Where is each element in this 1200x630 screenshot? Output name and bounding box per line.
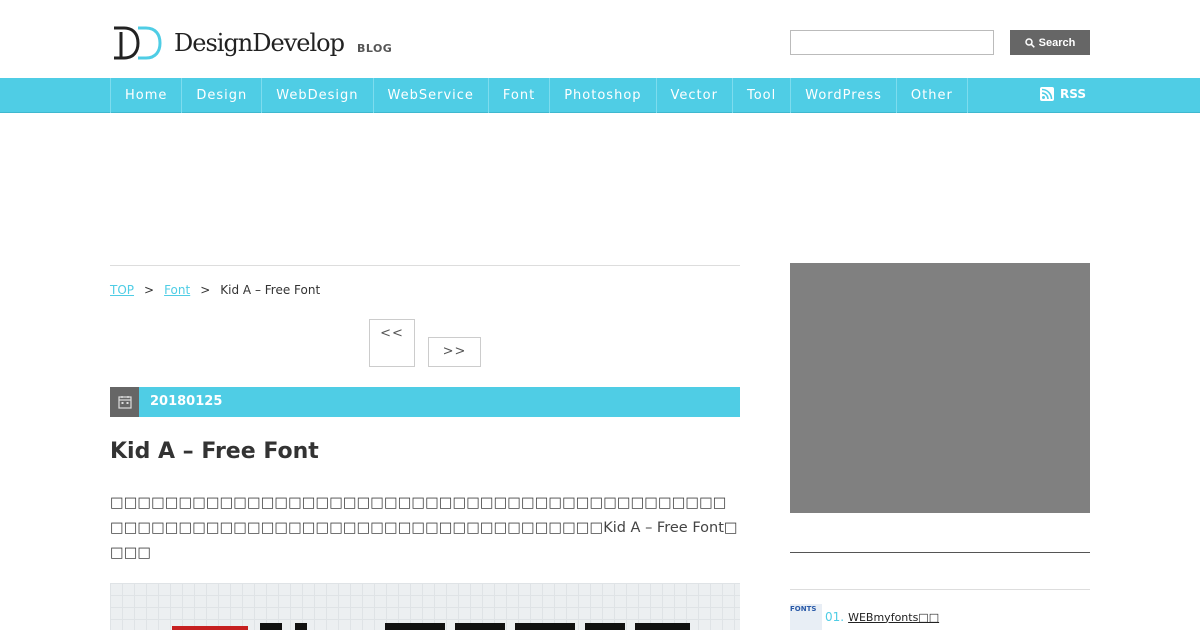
nav-item-webdesign[interactable]: WebDesign — [262, 78, 374, 113]
rss-link[interactable]: RSS — [1040, 87, 1086, 101]
sidebar-ad[interactable] — [790, 263, 1090, 513]
nav-item-design[interactable]: Design — [182, 78, 263, 113]
post-image — [110, 583, 740, 630]
post-date: 20180125 — [150, 394, 223, 409]
post-title: Kid A – Free Font — [110, 439, 319, 464]
logo-text: DesignDevelop — [174, 29, 345, 57]
nav-list: Home Design WebDesign WebService Font Ph… — [110, 78, 968, 113]
prev-post-button[interactable]: << — [369, 319, 415, 367]
breadcrumb: TOP > Font > Kid A – Free Font — [110, 283, 320, 297]
nav-item-vector[interactable]: Vector — [657, 78, 733, 113]
nav-item-tool[interactable]: Tool — [733, 78, 792, 113]
post-image-letter — [585, 623, 625, 630]
search-button[interactable]: Search — [1010, 30, 1090, 55]
nav-item-wordpress[interactable]: WordPress — [791, 78, 897, 113]
sidebar-divider — [790, 589, 1090, 590]
sidebar-divider — [790, 552, 1090, 553]
search-button-label: Search — [1038, 36, 1076, 49]
nav-item-font[interactable]: Font — [489, 78, 551, 113]
site-logo[interactable]: DesignDevelop BLOG — [112, 26, 392, 60]
post-image-letter — [455, 623, 505, 630]
logo-tag: BLOG — [356, 41, 393, 55]
ranking-title[interactable]: WEBmyfonts□□ — [848, 611, 939, 624]
ranking-thumbnail: FONTS — [790, 604, 822, 630]
nav-item-home[interactable]: Home — [111, 78, 183, 113]
ranking-number: 01. — [825, 610, 845, 624]
logo-mark-icon — [114, 26, 162, 60]
post-image-letter — [635, 623, 690, 630]
post-image-letter — [295, 623, 307, 630]
post-image-letter — [515, 623, 575, 630]
search-icon — [1024, 37, 1035, 48]
breadcrumb-separator: > — [144, 283, 155, 297]
nav-item-other[interactable]: Other — [897, 78, 968, 113]
date-bar: 20180125 — [110, 387, 740, 417]
rss-label: RSS — [1060, 87, 1086, 101]
calendar-icon — [110, 387, 139, 417]
breadcrumb-current: Kid A – Free Font — [220, 283, 321, 297]
next-post-button[interactable]: >> — [428, 337, 481, 367]
post-image-letter — [385, 623, 445, 630]
breadcrumb-category-link[interactable]: Font — [164, 283, 190, 297]
breadcrumb-separator: > — [200, 283, 211, 297]
main-nav: Home Design WebDesign WebService Font Ph… — [0, 78, 1200, 113]
content-divider — [110, 265, 740, 266]
ranking-thumbnail-text: FONTS — [790, 605, 817, 613]
breadcrumb-top-link[interactable]: TOP — [110, 283, 134, 297]
post-image-red-block — [172, 626, 248, 630]
rss-icon — [1040, 87, 1054, 101]
search-input[interactable] — [790, 30, 994, 55]
ranking-item[interactable]: FONTS 01. WEBmyfonts□□ — [790, 604, 939, 630]
nav-item-webservice[interactable]: WebService — [374, 78, 489, 113]
post-body: □□□□□□□□□□□□□□□□□□□□□□□□□□□□□□□□□□□□□□□□… — [110, 495, 738, 561]
post-image-letter — [260, 623, 282, 630]
nav-item-photoshop[interactable]: Photoshop — [550, 78, 657, 113]
